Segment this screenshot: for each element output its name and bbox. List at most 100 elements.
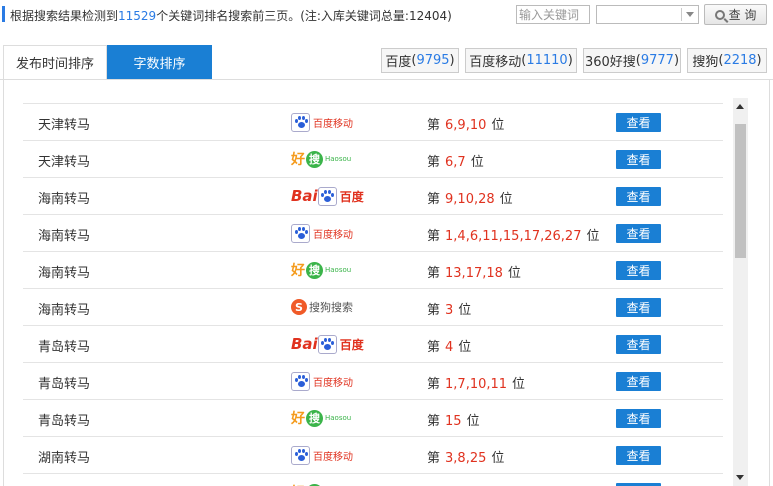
- logo-sou: 搜: [306, 261, 323, 279]
- view-button[interactable]: 查看: [616, 224, 661, 243]
- rank-prefix: 第: [427, 118, 441, 133]
- rank-suffix: 位: [466, 414, 480, 429]
- logo-text: 百度移动: [313, 118, 353, 130]
- haosou-logo: 好搜Haosou: [291, 149, 351, 169]
- baidu-mobile-logo: 百度移动: [291, 445, 353, 465]
- filter-count: 9795: [416, 53, 450, 68]
- rank-positions: 9,10,28: [445, 192, 495, 207]
- rank-positions: 1,7,10,11: [445, 377, 508, 392]
- keyword-cell: 青岛转马: [38, 414, 91, 429]
- filter-name: 360好搜: [584, 55, 636, 70]
- logo-en: Haosou: [325, 414, 352, 422]
- scroll-up-icon[interactable]: [736, 104, 744, 109]
- engine-cell: 好搜Haosou: [291, 481, 351, 486]
- baidu-paw-icon: [291, 445, 310, 465]
- rank-suffix: 位: [491, 118, 505, 133]
- top-bar: 根据搜索结果检测到11529个关键词排名搜索前三页。(注:入库关键词总量:124…: [0, 0, 773, 30]
- engine-cell: S 搜狗搜索: [291, 296, 353, 318]
- scroll-down-icon[interactable]: [736, 475, 744, 480]
- scrollbar[interactable]: [733, 98, 748, 486]
- rank-prefix: 第: [427, 340, 441, 355]
- logo-text: 百度移动: [313, 451, 353, 463]
- engine-select[interactable]: [596, 5, 699, 24]
- logo-hao: 好: [291, 411, 305, 427]
- rank-prefix: 第: [427, 192, 441, 207]
- logo-sou: 搜: [306, 409, 323, 427]
- rank-cell: 第4位: [427, 336, 471, 355]
- view-button[interactable]: 查看: [616, 187, 661, 206]
- rank-suffix: 位: [458, 340, 472, 355]
- view-button[interactable]: 查看: [616, 409, 661, 428]
- rank-prefix: 第: [427, 155, 441, 170]
- haosou-logo: 好搜Haosou: [291, 482, 351, 486]
- baidu-logo: Bai 百度: [291, 334, 364, 354]
- keyword-cell: 青岛转马: [38, 377, 91, 392]
- search-button[interactable]: 查 询: [704, 4, 767, 25]
- logo-du: 百度: [339, 189, 364, 204]
- scroll-thumb[interactable]: [735, 124, 746, 258]
- rank-prefix: 第: [427, 266, 441, 281]
- engine-cell: 好搜Haosou: [291, 148, 351, 170]
- view-button[interactable]: 查看: [616, 113, 661, 132]
- tab-publish-time[interactable]: 发布时间排序: [3, 45, 107, 79]
- tab-word-count[interactable]: 字数排序: [107, 45, 212, 79]
- filter-360-button[interactable]: 360好搜(9777): [583, 48, 681, 73]
- keyword-input[interactable]: [516, 5, 590, 24]
- filter-sogou-button[interactable]: 搜狗(2218): [687, 48, 767, 73]
- select-divider: [681, 8, 682, 21]
- baidu-mobile-logo: 百度移动: [291, 112, 353, 132]
- rank-cell: 第 6,9,10 位: [427, 114, 504, 133]
- rank-suffix: 位: [491, 451, 505, 466]
- rank-prefix: 第: [427, 229, 441, 244]
- logo-bai: Bai: [291, 335, 318, 353]
- view-button[interactable]: 查看: [616, 261, 661, 280]
- rank-cell: 第 1,7,10,11 位: [427, 373, 525, 392]
- view-button[interactable]: 查看: [616, 372, 661, 391]
- logo-sou: 搜: [306, 150, 323, 168]
- view-button[interactable]: 查看: [616, 446, 661, 465]
- baidu-mobile-logo: 百度移动: [291, 223, 353, 243]
- rank-prefix: 第: [427, 451, 441, 466]
- engine-cell: 好搜Haosou: [291, 407, 351, 429]
- filter-baidu-button[interactable]: 百度(9795): [381, 48, 459, 73]
- logo-text: 百度移动: [313, 377, 353, 389]
- result-summary: 根据搜索结果检测到11529个关键词排名搜索前三页。(注:入库关键词总量:124…: [10, 7, 452, 24]
- title-accent-bar: [2, 6, 5, 22]
- summary-suffix: 个关键词排名搜索前三页。(注:入库关键词总量:12404): [156, 9, 452, 23]
- rank-suffix: 位: [586, 229, 600, 244]
- table-row: 青岛转马 好搜 Haosou 第 15 位 查看: [23, 399, 723, 436]
- table-row: 海南转马 S 搜狗搜索 第 3 位 查看: [23, 288, 723, 325]
- chevron-down-icon[interactable]: [686, 12, 694, 17]
- rank-suffix: 位: [499, 192, 513, 207]
- view-button[interactable]: 查看: [616, 335, 661, 354]
- table-row: 青岛转马 Bai 百度 第 4 位 查看: [23, 325, 723, 362]
- table-row: 天津转马 好搜 Haosou 第 6,7 位 查看: [23, 140, 723, 177]
- logo-bai: Bai: [291, 187, 318, 205]
- filter-count: 9777: [640, 53, 674, 68]
- table-row: 青岛转马 百度移动 第 1,7,10,11 位 查看: [23, 362, 723, 399]
- rank-positions: 13,17,18: [445, 266, 503, 281]
- tab-label: 发布时间排序: [15, 57, 94, 72]
- logo-text: 搜狗搜索: [309, 301, 353, 314]
- rank-cell: 第 6,7 位: [427, 151, 484, 170]
- logo-hao: 好: [291, 482, 305, 486]
- sogou-logo: S 搜狗搜索: [291, 299, 353, 315]
- results-panel: 天津转马 百度移动第 6,9,10 位查看 天津转马好搜 Haosou 第 6,7 位查看 海南转…: [3, 80, 770, 486]
- engine-cell: 百度移动: [291, 370, 353, 392]
- baidu-paw-icon: [317, 186, 337, 206]
- baidu-paw-icon: [317, 334, 337, 354]
- table-row: 湖南转马 百度移动 第 3,8,25 位 查看: [23, 436, 723, 473]
- rank-suffix: 位: [512, 377, 526, 392]
- table-row: 天津转马 百度移动 第 6,9,10 位 查看: [23, 103, 723, 140]
- keyword-cell: 海南转马: [38, 266, 91, 281]
- engine-cell: 百度移动: [291, 111, 353, 133]
- filter-name: 百度: [385, 55, 412, 70]
- filter-name: 百度移动: [469, 55, 522, 70]
- keyword-cell: 天津转马: [38, 118, 91, 133]
- view-button[interactable]: 查看: [616, 298, 661, 317]
- view-button[interactable]: 查看: [616, 150, 661, 169]
- filter-baidu-mobile-button[interactable]: 百度移动(11110): [465, 48, 577, 73]
- engine-cell: 好搜Haosou: [291, 259, 351, 281]
- keyword-cell: 海南转马: [38, 229, 91, 244]
- baidu-paw-icon: [291, 223, 310, 243]
